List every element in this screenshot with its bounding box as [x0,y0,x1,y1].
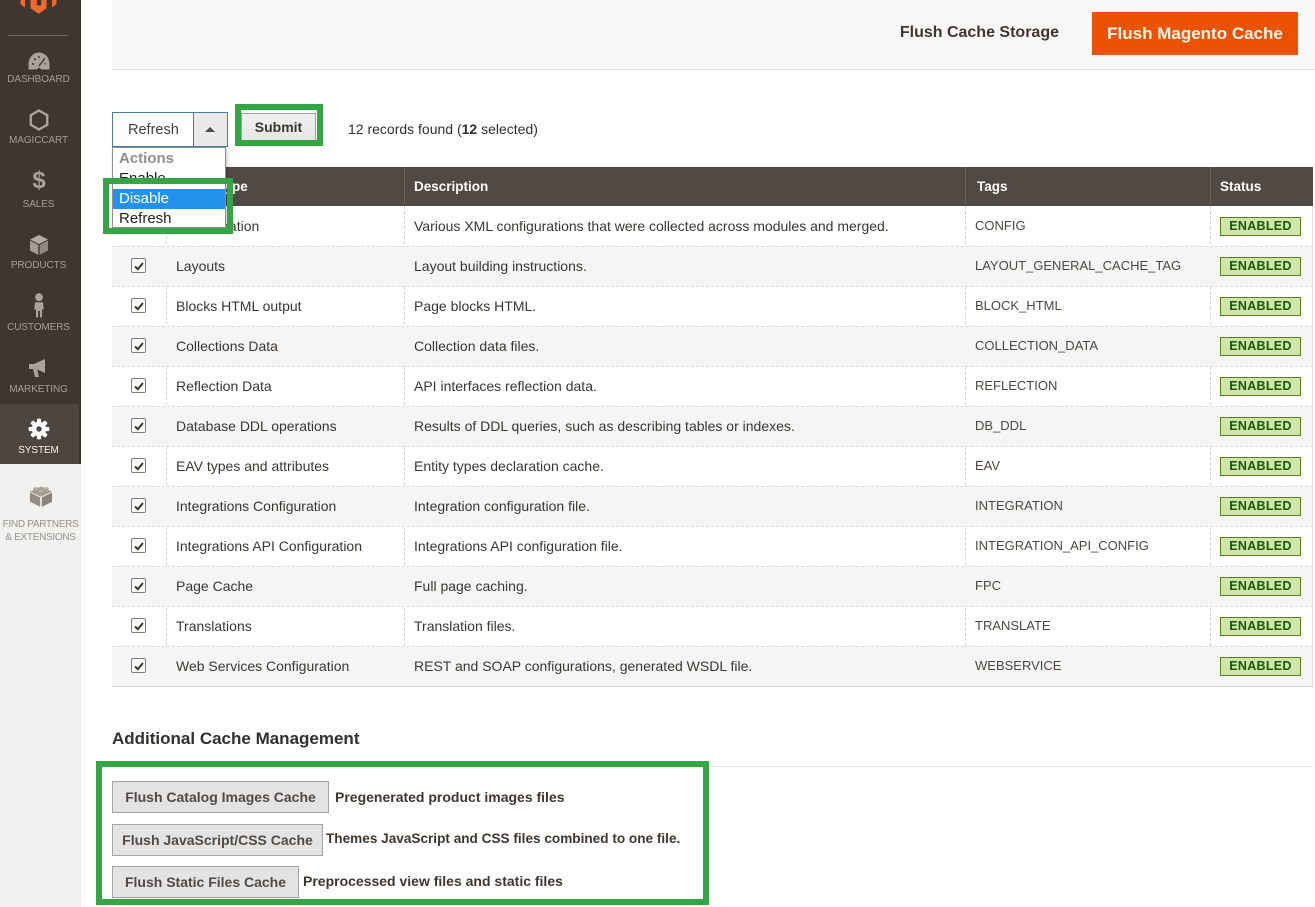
svg-text:$: $ [32,169,46,193]
